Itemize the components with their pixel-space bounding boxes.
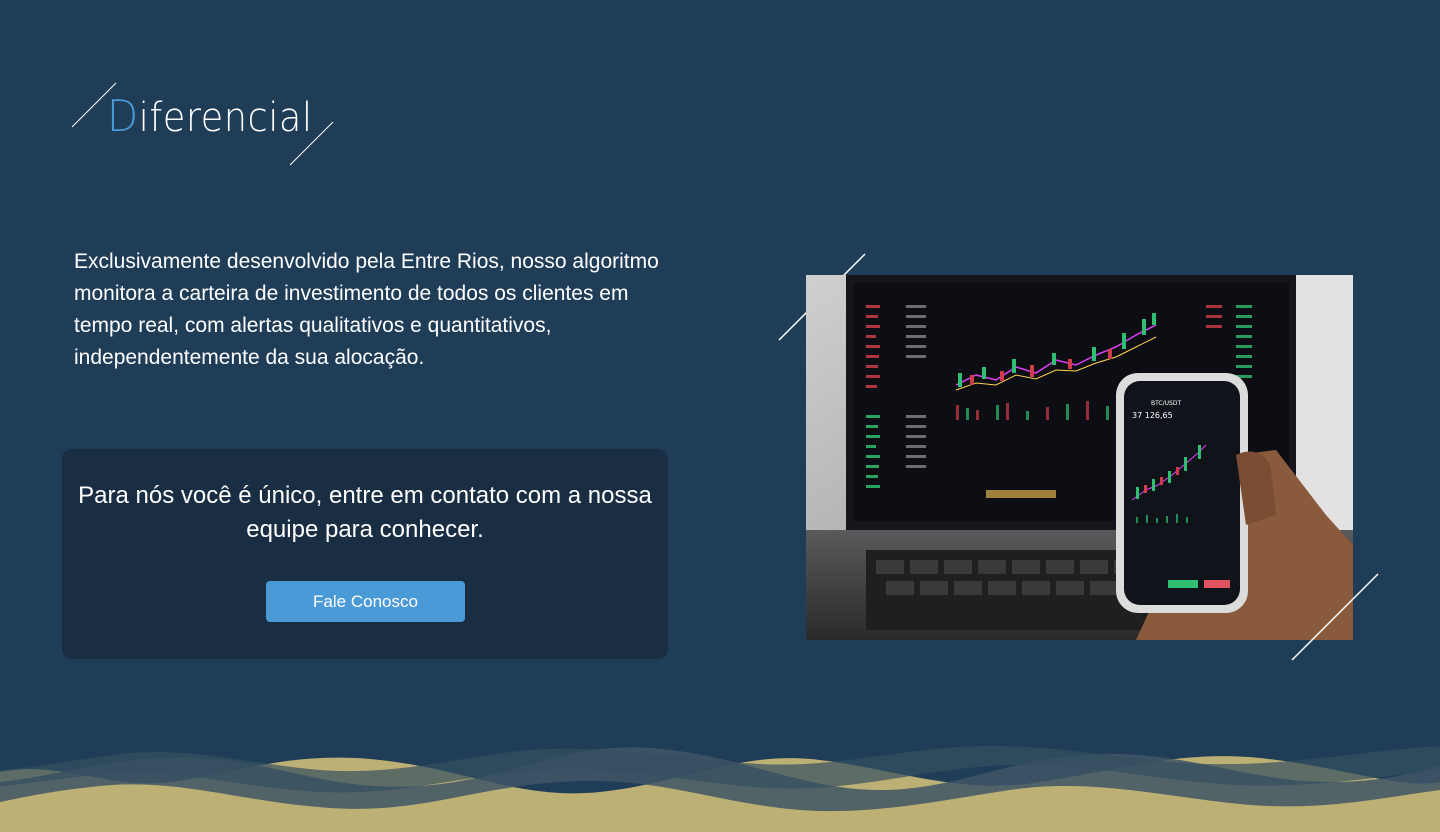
section-title-initial: D — [107, 91, 139, 142]
contact-button[interactable]: Fale Conosco — [266, 581, 465, 622]
section-title-block: Diferencial — [60, 75, 350, 175]
phone-symbol: BTC/USDT — [1151, 400, 1181, 407]
section-title-rest: iferencial — [138, 95, 313, 141]
cta-card: Para nós você é único, entre em contato … — [62, 449, 668, 659]
cta-message: Para nós você é único, entre em contato … — [78, 482, 652, 543]
trading-photo: BTC/USDT 37 126,65 — [806, 275, 1353, 640]
phone-price: 37 126,65 — [1132, 411, 1173, 420]
trading-laptop-phone-photo-icon: BTC/USDT 37 126,65 — [806, 275, 1353, 640]
intro-paragraph: Exclusivamente desenvolvido pela Entre R… — [74, 250, 659, 369]
footer-waves — [0, 745, 1440, 832]
photo-decoration-line-bottom — [1291, 573, 1379, 661]
section-title: Diferencial — [107, 95, 313, 139]
